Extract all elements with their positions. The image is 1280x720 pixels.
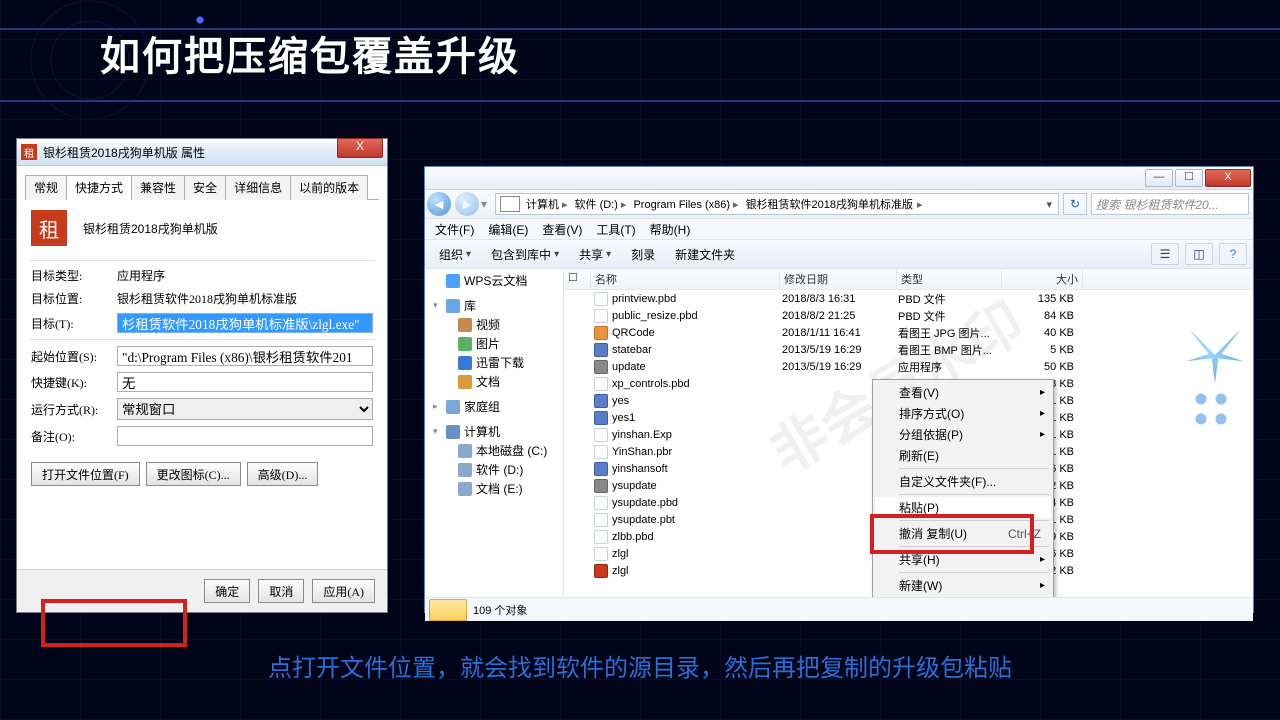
app-name: 银杉租赁2018戌狗单机版 [83, 220, 218, 237]
sidebar-item[interactable]: 软件 (D:) [425, 460, 563, 479]
properties-title: 银杉租赁2018戌狗单机版 属性 [43, 144, 205, 161]
context-menu-item[interactable]: 新建(W) [875, 575, 1051, 596]
select-run[interactable]: 常规窗口 [117, 398, 373, 420]
ok-button[interactable]: 确定 [204, 579, 250, 603]
context-menu-item[interactable]: 查看(V) [875, 382, 1051, 403]
context-menu: 查看(V)排序方式(O)分组依据(P)刷新(E) 自定义文件夹(F)... 粘贴(P… [872, 379, 1054, 597]
label-target-type: 目标类型: [31, 267, 117, 284]
slide-caption: 点打开文件位置，就会找到软件的源目录，然后再把复制的升级包粘贴 [0, 648, 1280, 683]
label-start-in: 起始位置(S): [31, 348, 117, 365]
refresh-button[interactable]: ↻ [1063, 193, 1087, 215]
advanced-button[interactable]: 高级(D)... [247, 462, 319, 486]
tab-0[interactable]: 常规 [25, 175, 67, 200]
close-button[interactable]: X [337, 138, 383, 158]
context-menu-item[interactable]: 共享(H) [875, 549, 1051, 570]
nav-back-button[interactable]: ◄ [427, 192, 451, 216]
column-checkbox[interactable]: ☐ [564, 269, 591, 289]
sidebar-item[interactable]: 迅雷下载 [425, 353, 563, 372]
breadcrumb-item[interactable]: 软件 (D:) [573, 196, 632, 212]
tab-4[interactable]: 详细信息 [225, 175, 291, 200]
change-icon-button[interactable]: 更改图标(C)... [146, 462, 241, 486]
decorative-dots [1189, 387, 1247, 433]
share-button[interactable]: 共享 [571, 244, 619, 265]
context-menu-item[interactable]: 刷新(E) [875, 445, 1051, 466]
column-type[interactable]: 类型 [897, 269, 1002, 289]
breadcrumb-item[interactable]: Program Files (x86) [631, 198, 743, 211]
input-start-in[interactable] [117, 346, 373, 366]
toolbar: 组织 包含到库中 共享 刻录 新建文件夹 ☰ ◫ ? [425, 240, 1253, 269]
menu-item[interactable]: 编辑(E) [482, 220, 534, 239]
properties-tabs: 常规快捷方式兼容性安全详细信息以前的版本 [25, 174, 379, 200]
input-comment[interactable] [117, 426, 373, 446]
open-file-location-button[interactable]: 打开文件位置(F) [31, 462, 140, 486]
app-icon: 租 [21, 144, 37, 160]
menu-bar: 文件(F)编辑(E)查看(V)工具(T)帮助(H) [425, 219, 1253, 240]
sidebar-item[interactable]: ▸家庭组 [425, 397, 563, 416]
file-list: 非会员水印 ☐ 名称 修改日期 类型 大小 printview.pbd2018/… [564, 269, 1253, 597]
label-target-loc: 目标位置: [31, 290, 117, 307]
file-row[interactable]: public_resize.pbd2018/8/2 21:25PBD 文件84 … [564, 307, 1253, 324]
status-text: 109 个对象 [473, 602, 527, 618]
menu-item[interactable]: 工具(T) [590, 220, 641, 239]
sidebar-item[interactable]: 文档 (E:) [425, 479, 563, 498]
preview-pane-button[interactable]: ◫ [1185, 243, 1213, 265]
menu-item[interactable]: 文件(F) [429, 220, 480, 239]
tab-3[interactable]: 安全 [184, 175, 226, 200]
context-menu-item[interactable]: 粘贴(P) [875, 497, 1051, 518]
slide-title: 如何把压缩包覆盖升级 [100, 24, 520, 82]
context-menu-item[interactable]: 分组依据(P) [875, 424, 1051, 445]
sidebar-item[interactable]: 视频 [425, 315, 563, 334]
nav-pane: WPS云文档 ▾库视频图片迅雷下载文档 ▸家庭组 ▾计算机本地磁盘 (C:)软件 (D… [425, 269, 564, 597]
view-options-button[interactable]: ☰ [1151, 243, 1179, 265]
input-target[interactable] [117, 313, 373, 333]
sidebar-item[interactable]: WPS云文档 [425, 271, 563, 290]
label-hotkey: 快捷键(K): [31, 374, 117, 391]
search-box[interactable]: 搜索 银杉租赁软件20... [1091, 193, 1249, 215]
breadcrumb-item[interactable]: 银杉租赁软件2018戌狗单机标准版 [744, 196, 915, 212]
input-hotkey[interactable] [117, 372, 373, 392]
value-target-loc: 银杉租赁软件2018戌狗单机标准版 [117, 290, 373, 307]
app-large-icon: 租 [31, 210, 67, 246]
minimize-button[interactable]: — [1145, 169, 1173, 187]
address-bar[interactable]: 计算机软件 (D:)Program Files (x86)银杉租赁软件2018戌… [495, 193, 1059, 215]
sidebar-item[interactable]: ▾库 [425, 296, 563, 315]
organize-button[interactable]: 组织 [431, 244, 479, 265]
sidebar-item[interactable]: 图片 [425, 334, 563, 353]
nav-forward-button[interactable]: ► [455, 192, 479, 216]
tab-1[interactable]: 快捷方式 [66, 175, 132, 200]
column-size[interactable]: 大小 [1002, 269, 1083, 289]
close-window-button[interactable]: X [1205, 169, 1251, 187]
label-run: 运行方式(R): [31, 401, 117, 418]
label-comment: 备注(O): [31, 428, 117, 445]
sidebar-item[interactable]: ▾计算机 [425, 422, 563, 441]
tab-2[interactable]: 兼容性 [131, 175, 185, 200]
folder-icon [429, 599, 467, 621]
file-row[interactable]: update2013/5/19 16:29应用程序50 KB [564, 358, 1253, 375]
maximize-button[interactable]: ☐ [1175, 169, 1203, 187]
context-menu-item[interactable]: 自定义文件夹(F)... [875, 471, 1051, 492]
column-date[interactable]: 修改日期 [780, 269, 897, 289]
tab-5[interactable]: 以前的版本 [290, 175, 368, 200]
cancel-button[interactable]: 取消 [258, 579, 304, 603]
apply-button[interactable]: 应用(A) [312, 579, 375, 603]
help-button[interactable]: ? [1219, 243, 1247, 265]
context-menu-item[interactable]: 撤消 复制(U)Ctrl+Z [875, 523, 1051, 544]
menu-item[interactable]: 帮助(H) [644, 220, 697, 239]
value-target-type: 应用程序 [117, 267, 373, 284]
sidebar-item[interactable]: 文档 [425, 372, 563, 391]
burn-button[interactable]: 刻录 [623, 244, 663, 265]
context-menu-item[interactable]: 排序方式(O) [875, 403, 1051, 424]
file-row[interactable]: printview.pbd2018/8/3 16:31PBD 文件135 KB [564, 290, 1253, 307]
file-row[interactable]: statebar2013/5/19 16:29看图王 BMP 图片...5 KB [564, 341, 1253, 358]
menu-item[interactable]: 查看(V) [536, 220, 588, 239]
label-target: 目标(T): [31, 315, 117, 332]
explorer-window: — ☐ X ◄ ► ▾ 计算机软件 (D:)Program Files (x86… [424, 166, 1254, 613]
new-folder-button[interactable]: 新建文件夹 [667, 244, 743, 265]
sidebar-item[interactable]: 本地磁盘 (C:) [425, 441, 563, 460]
include-in-library-button[interactable]: 包含到库中 [483, 244, 567, 265]
column-name[interactable]: 名称 [591, 269, 780, 289]
breadcrumb-item[interactable]: 计算机 [524, 196, 573, 212]
properties-dialog: 租 银杉租赁2018戌狗单机版 属性 X 常规快捷方式兼容性安全详细信息以前的版… [16, 138, 388, 613]
file-row[interactable]: QRCode2018/1/11 16:41看图王 JPG 图片...40 KB [564, 324, 1253, 341]
